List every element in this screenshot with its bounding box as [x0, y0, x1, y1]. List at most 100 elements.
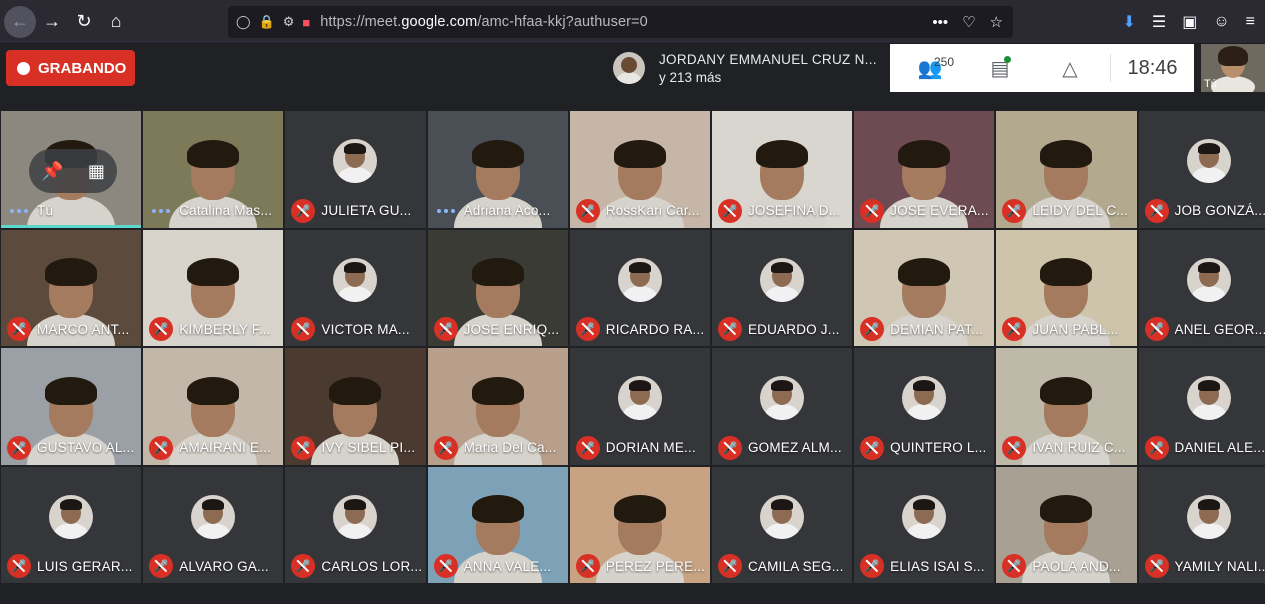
participant-tile[interactable]: 🎤 CARLOS LOR...: [284, 465, 427, 584]
page-actions-icon[interactable]: •••: [932, 14, 948, 31]
participant-tile[interactable]: 🎤 MARCO ANT...: [0, 228, 143, 347]
chat-button[interactable]: ▤: [970, 44, 1030, 92]
lock-icon[interactable]: 🔒: [259, 14, 275, 30]
participant-tile[interactable]: 🎤 DANIEL ALE...: [1137, 347, 1265, 466]
people-button[interactable]: 👥 250: [890, 44, 970, 92]
url-bar[interactable]: ◯ 🔒 ⚙ ■ https://meet.google.com/amc-hfaa…: [228, 6, 1013, 38]
bookmark-star-icon[interactable]: ☆: [990, 13, 1003, 31]
participant-tile[interactable]: 🎤 PAOLA AND...: [995, 465, 1138, 584]
mic-off-icon: 🎤: [7, 317, 31, 341]
participant-tile[interactable]: 🎤 JOSEFINA D...: [710, 110, 854, 229]
forward-arrow-icon[interactable]: →: [36, 6, 68, 38]
participant-name: ANEL GEOR...: [1174, 321, 1265, 337]
participant-tile[interactable]: 🎤 JOB GONZÁ...: [1137, 110, 1265, 229]
participant-name: CAMILA SEG...: [747, 558, 844, 574]
participant-tile[interactable]: 🎤 EDUARDO J...: [710, 228, 854, 347]
participant-name: IVY SIBEL PI...: [321, 440, 416, 455]
tile-name-bar: 🎤 QUINTERO L...: [854, 435, 994, 460]
participant-tile[interactable]: 🎤 GUSTAVO AL...: [0, 347, 143, 466]
activities-button[interactable]: △: [1030, 44, 1110, 92]
chat-notification-dot: [1004, 56, 1011, 63]
participant-tile[interactable]: 🎤 RossKari Car...: [568, 110, 711, 229]
tile-name-bar: 🎤 Maria Del Ca...: [428, 435, 568, 460]
tile-name-bar: 🎤 LUIS GERAR...: [1, 554, 141, 578]
account-icon[interactable]: ☺: [1213, 13, 1229, 31]
participant-tile[interactable]: 🎤 JUAN PABL...: [995, 228, 1138, 347]
reload-icon[interactable]: ↻: [68, 6, 100, 38]
camera-sharing-icon[interactable]: ■: [302, 15, 310, 30]
participant-tile[interactable]: 🎤 VICTOR MA...: [284, 228, 427, 347]
mic-off-icon: 🎤: [717, 554, 742, 578]
participant-tile[interactable]: 🎤 JULIETA GU...: [284, 110, 427, 229]
mic-off-icon: 🎤: [1002, 317, 1027, 341]
participant-tile[interactable]: 🎤 IVY SIBEL PI...: [284, 347, 427, 466]
tile-name-bar: Catalina Mas...: [143, 200, 283, 222]
participant-tile[interactable]: 🎤 JOSE ENRIQ...: [426, 228, 569, 347]
shield-icon[interactable]: ◯: [236, 14, 251, 30]
sidebar-icon[interactable]: ▣: [1182, 12, 1197, 32]
participant-name: RICARDO RA...: [605, 321, 705, 337]
home-icon[interactable]: ⌂: [100, 6, 132, 38]
participant-name: YAMILY NALI...: [1174, 558, 1265, 574]
participant-avatar: [333, 257, 378, 302]
tile-name-bar: 🎤 CAMILA SEG...: [712, 554, 852, 578]
mic-off-icon: 🎤: [860, 317, 885, 341]
pocket-icon[interactable]: ♡: [962, 13, 975, 31]
meeting-clock: 18:46: [1110, 54, 1194, 82]
participant-tile[interactable]: 🎤 YAMILY NALI...: [1137, 465, 1265, 584]
participant-tile[interactable]: 🎤 ANEL GEOR...: [1137, 228, 1265, 347]
tile-name-bar: 🎤 JOSE EVERA...: [854, 198, 994, 223]
participant-tile[interactable]: 🎤 LEIDY DEL C...: [995, 110, 1138, 229]
participant-tile[interactable]: 🎤 DEMIAN PAT...: [853, 228, 996, 347]
people-count: 250: [934, 55, 955, 69]
layout-icon[interactable]: ▦: [88, 161, 105, 182]
menu-icon[interactable]: ≡: [1246, 13, 1255, 31]
mic-off-icon: 🎤: [1144, 317, 1169, 341]
self-view-thumbnail[interactable]: Tú: [1201, 44, 1265, 92]
back-arrow-icon[interactable]: ←: [4, 5, 36, 38]
participant-tile[interactable]: 🎤 QUINTERO L...: [853, 347, 996, 466]
participant-tile[interactable]: 🎤 RICARDO RA...: [568, 228, 711, 347]
mic-off-icon: 🎤: [291, 554, 316, 578]
tile-name-bar: 🎤 GOMEZ ALM...: [712, 435, 852, 460]
participant-tile[interactable]: 🎤 ALVARO GA...: [142, 465, 285, 584]
participant-tile[interactable]: 🎤 KIMBERLY F...: [142, 228, 285, 347]
participant-tile[interactable]: Adriana Aco...: [426, 110, 569, 229]
participant-tile[interactable]: 🎤 GOMEZ ALM...: [710, 347, 854, 466]
permissions-icon[interactable]: ⚙: [283, 14, 295, 30]
activities-icon: △: [1062, 57, 1078, 80]
tile-name-bar: 🎤 DORIAN ME...: [570, 435, 710, 460]
participant-avatar: [760, 376, 805, 421]
download-icon[interactable]: ⬇: [1122, 12, 1135, 32]
active-speaker-indicator: [1, 224, 142, 228]
participant-tile[interactable]: 🎤 CAMILA SEG...: [710, 465, 854, 584]
participant-tile[interactable]: Catalina Mas...: [142, 110, 285, 229]
presenter-info[interactable]: JORDANY EMMANUEL CRUZ N... y 213 más: [606, 44, 890, 92]
speaking-indicator-icon: [149, 199, 173, 223]
participant-tile[interactable]: 🎤 ELIAS ISAI S...: [853, 465, 996, 584]
participant-tile[interactable]: 🎤 ANNA VALE...: [426, 465, 569, 584]
participant-name: PAOLA AND...: [1032, 558, 1121, 574]
participant-tile[interactable]: 🎤 Maria Del Ca...: [426, 347, 569, 466]
participant-avatar: [902, 376, 947, 421]
participant-tile[interactable]: 🎤 IVAN RUIZ C...: [995, 347, 1138, 466]
participant-tile[interactable]: 🎤 DORIAN ME...: [568, 347, 711, 466]
mic-off-icon: 🎤: [7, 435, 31, 460]
recording-badge[interactable]: GRABANDO: [6, 50, 135, 86]
participant-tile[interactable]: 📌 ▦ Tú: [0, 110, 143, 229]
mic-off-icon: 🎤: [575, 554, 600, 578]
url-text[interactable]: https://meet.google.com/amc-hfaa-kkj?aut…: [320, 14, 648, 30]
participant-tile[interactable]: 🎤 PEREZ PERE...: [568, 465, 711, 584]
pin-icon[interactable]: 📌: [41, 161, 63, 182]
participant-tile[interactable]: 🎤 LUIS GERAR...: [0, 465, 143, 584]
participant-tile[interactable]: 🎤 AMAIRANI E...: [142, 347, 285, 466]
participant-name: VICTOR MA...: [321, 321, 410, 337]
tile-name-bar: 🎤 GUSTAVO AL...: [1, 435, 141, 460]
library-icon[interactable]: ☰: [1152, 12, 1166, 32]
self-label: Tú: [1204, 78, 1217, 90]
tile-name-bar: 🎤 JOSEFINA D...: [712, 198, 852, 223]
tile-name-bar: 🎤 ANNA VALE...: [428, 554, 568, 578]
participant-name: IVAN RUIZ C...: [1032, 440, 1126, 455]
participant-tile[interactable]: 🎤 JOSE EVERA...: [853, 110, 996, 229]
participant-avatar: [333, 139, 378, 184]
